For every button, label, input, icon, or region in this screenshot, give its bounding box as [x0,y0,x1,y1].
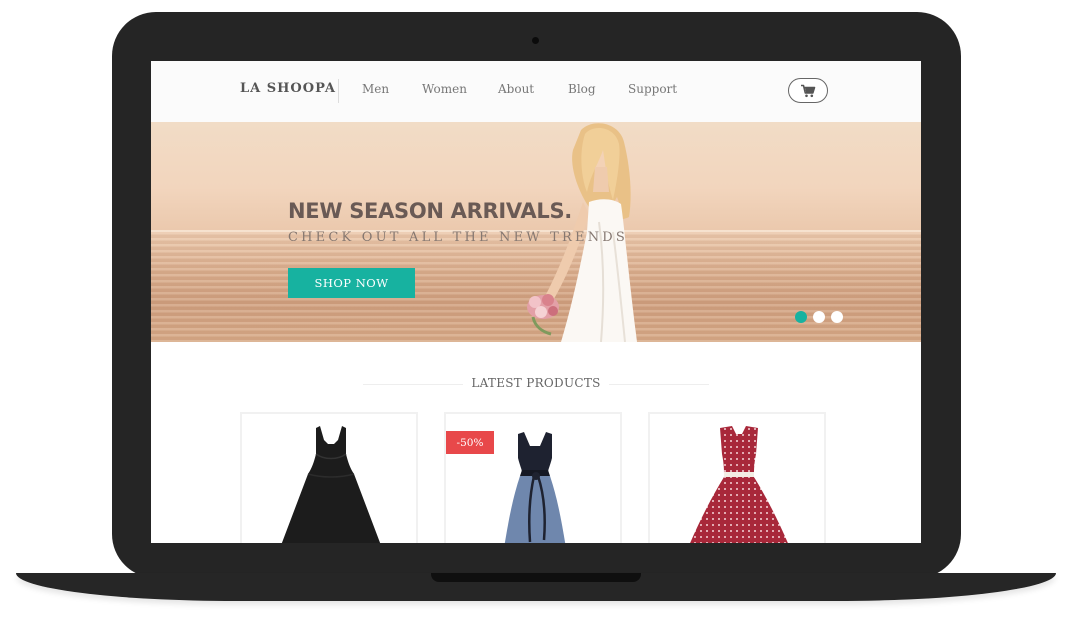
laptop-notch [431,573,641,582]
brand-logo[interactable]: LA SHOOPA [240,81,336,96]
carousel-dot-3[interactable] [831,311,843,323]
product-card[interactable] [240,412,418,543]
nav-item-about[interactable]: About [498,82,534,96]
hero-banner: NEW SEASON ARRIVALS. CHECK OUT ALL THE N… [151,122,921,342]
section-divider-right [609,384,709,385]
nav-item-support[interactable]: Support [628,82,677,96]
navbar: LA SHOOPA Men Women About Blog Support [151,61,921,123]
product-card[interactable] [648,412,826,543]
nav-item-blog[interactable]: Blog [568,82,596,96]
nav-item-men[interactable]: Men [362,82,389,96]
hero-subtitle: CHECK OUT ALL THE NEW TRENDS [288,230,629,245]
nav-item-women[interactable]: Women [422,82,467,96]
sale-badge: -50% [446,431,494,454]
carousel-dot-2[interactable] [813,311,825,323]
carousel-dot-1[interactable] [795,311,807,323]
hero-title: NEW SEASON ARRIVALS. [288,199,572,223]
carousel-dots [795,311,843,323]
screen: LA SHOOPA Men Women About Blog Support N… [151,61,921,543]
camera-icon [532,37,539,44]
cart-button[interactable] [788,78,828,103]
black-dress-icon [281,426,381,543]
red-polka-dress-icon [690,426,788,543]
product-card[interactable]: -50% [444,412,622,543]
cart-icon [801,84,816,97]
shop-now-button[interactable]: SHOP NOW [288,268,415,298]
section-title: LATEST PRODUCTS [471,376,601,390]
brand-divider [338,79,339,103]
